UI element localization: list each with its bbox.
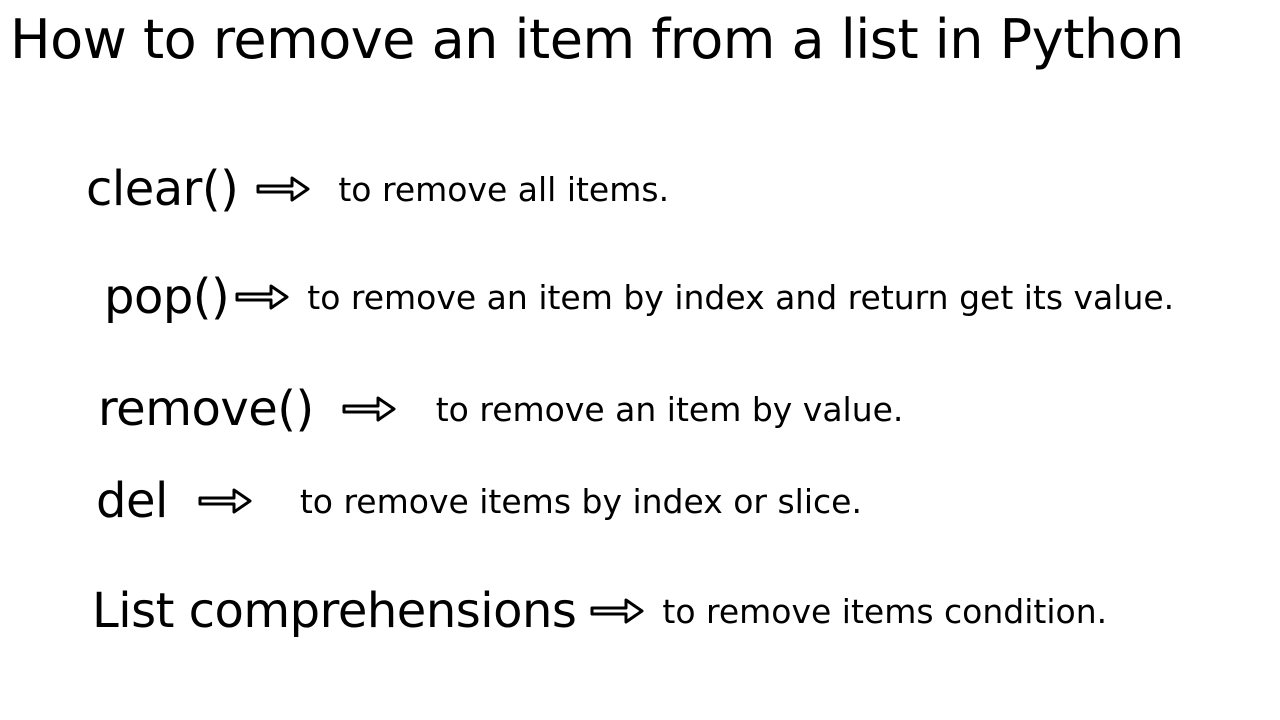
list-item: clear() to remove all items. xyxy=(0,161,1280,217)
method-description: to remove an item by value. xyxy=(436,390,904,429)
method-list: clear() to remove all items. pop() to re… xyxy=(0,71,1280,639)
list-item: del to remove items by index or slice. xyxy=(0,473,1280,529)
method-description: to remove an item by index and return ge… xyxy=(307,278,1174,317)
method-description: to remove items condition. xyxy=(662,592,1107,631)
arrow-right-icon xyxy=(198,486,252,516)
arrow-right-icon xyxy=(590,596,644,626)
method-name: List comprehensions xyxy=(92,583,576,639)
method-description: to remove all items. xyxy=(338,170,669,209)
list-item: remove() to remove an item by value. xyxy=(0,381,1280,437)
page-title: How to remove an item from a list in Pyt… xyxy=(0,0,1280,71)
arrow-right-icon xyxy=(235,282,289,312)
arrow-right-icon xyxy=(342,394,396,424)
method-description: to remove items by index or slice. xyxy=(300,482,862,521)
list-item: List comprehensions to remove items cond… xyxy=(0,583,1280,639)
method-name: clear() xyxy=(86,161,238,217)
list-item: pop() to remove an item by index and ret… xyxy=(0,269,1280,325)
arrow-right-icon xyxy=(256,174,310,204)
method-name: pop() xyxy=(104,269,229,325)
method-name: remove() xyxy=(98,381,314,437)
method-name: del xyxy=(96,473,168,529)
